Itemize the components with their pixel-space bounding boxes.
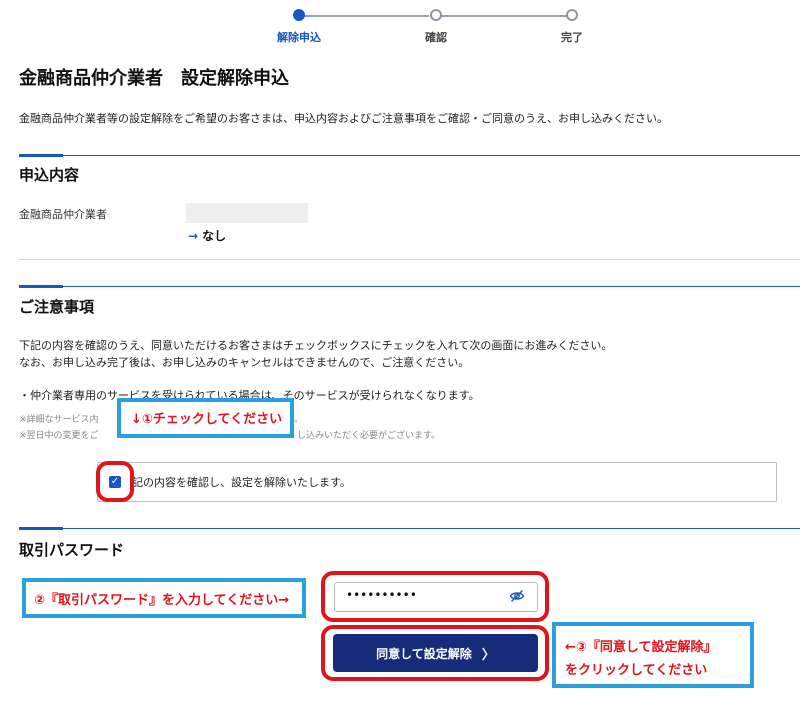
annotation-ring-checkbox	[96, 461, 134, 502]
notice-line-2: なお、お申し込み完了後は、お申し込みのキャンセルはできませんので、ご注意ください…	[19, 356, 470, 369]
broker-field-label: 金融商品仲介業者	[19, 208, 107, 221]
section-title-application: 申込内容	[19, 166, 80, 184]
section-divider-notice	[19, 285, 800, 288]
agree-checkbox-label[interactable]: 記の内容を確認し、設定を解除いたします。	[132, 474, 351, 490]
arrow-right-icon: →	[188, 229, 199, 243]
stepper-dot-1	[293, 9, 305, 21]
section-divider-password	[19, 527, 800, 530]
stepper-label-confirm: 確認	[425, 31, 447, 44]
page-title: 金融商品仲介業者 設定解除申込	[19, 68, 289, 89]
annotation-box-step3	[552, 622, 754, 688]
annotation-ring-submit	[321, 625, 549, 681]
annotation-text-step2: ②『取引パスワード』を入力してください→	[34, 593, 290, 608]
broker-new-value-text: なし	[202, 229, 227, 243]
broker-current-value	[186, 203, 308, 223]
page-description: 金融商品仲介業者等の設定解除をご希望のお客さまは、申込内容およびご注意事項をご確…	[19, 112, 668, 125]
notice-note-1: ※詳細なサービス内	[19, 415, 99, 425]
broker-new-value: → なし	[188, 227, 226, 244]
annotation-ring-password	[321, 571, 549, 622]
stepper-label-apply: 解除申込	[277, 31, 321, 44]
section-title-notice: ご注意事項	[19, 298, 95, 316]
section-divider-application	[19, 154, 800, 157]
annotation-text-step3-line1: ←③『同意して設定解除』	[565, 640, 717, 655]
notice-line-1: 下記の内容を確認のうえ、同意いただけるお客さまはチェックボックスにチェックを入れ…	[19, 339, 613, 352]
stepper-label-complete: 完了	[561, 31, 583, 44]
notice-note-1-tail: 。	[294, 415, 304, 425]
notice-note-2-tail: し込みいただく必要がございます。	[297, 431, 441, 441]
notice-note-2: ※翌日中の変更をご	[19, 431, 99, 441]
section-title-password: 取引パスワード	[19, 541, 125, 559]
annotation-text-step3-line2: をクリックしてください	[565, 663, 708, 678]
section-end-divider	[19, 259, 800, 260]
stepper-dot-2	[430, 9, 442, 21]
annotation-text-step1: ↓①チェックしてください	[131, 412, 283, 427]
stepper-line-1	[303, 15, 429, 17]
stepper-line-2	[441, 15, 567, 17]
stepper-dot-3	[566, 9, 578, 21]
